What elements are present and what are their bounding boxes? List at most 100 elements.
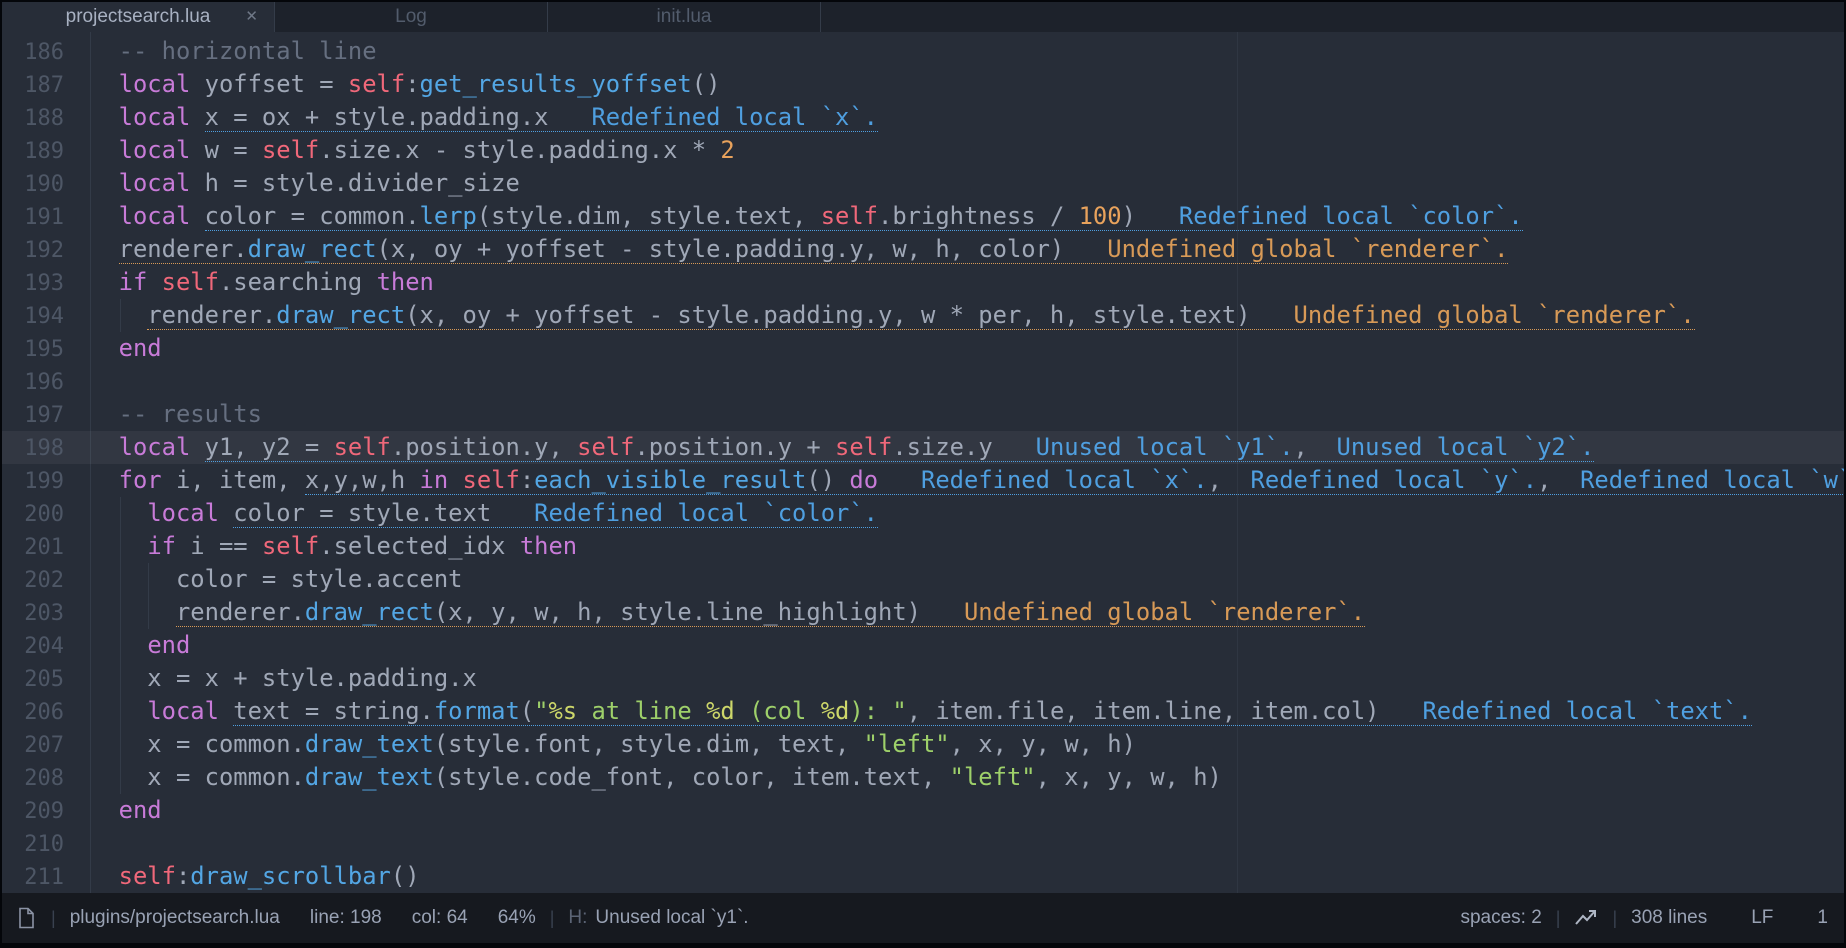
code-line-187[interactable]: 187 local yoffset = self:get_results_yof… <box>2 68 1844 101</box>
tab-projectsearch[interactable]: projectsearch.lua ✕ <box>2 2 275 32</box>
indent-guide <box>148 563 149 596</box>
status-spaces[interactable]: spaces: 2 <box>1460 907 1541 929</box>
code-line-192[interactable]: 192 renderer.draw_rect(x, oy + yoffset -… <box>2 233 1844 266</box>
code-line-211[interactable]: 211 self:draw_scrollbar() <box>2 860 1844 893</box>
code-text: local x = ox + style.padding.x Redefined… <box>90 103 878 132</box>
code-line-199[interactable]: 199 for i, item, x,y,w,h in self:each_vi… <box>2 464 1844 497</box>
line-number: 201 <box>2 531 90 564</box>
status-eol[interactable]: LF <box>1751 907 1773 929</box>
code-line-186[interactable]: 186 -- horizontal line <box>2 35 1844 68</box>
status-trailing-number: 1 <box>1817 907 1828 929</box>
line-number: 188 <box>2 102 90 135</box>
diagnostic-underline: renderer.draw_rect(x, oy + yoffset - sty… <box>119 235 1509 264</box>
inline-diagnostic: Redefined local `y`. <box>1251 466 1538 494</box>
line-number: 190 <box>2 168 90 201</box>
code-text: end <box>90 334 162 362</box>
diagnostic-underline: text = string.format("%s at line %d (col… <box>233 697 1752 726</box>
tab-init[interactable]: init.lua <box>548 2 821 32</box>
status-file-path: plugins/projectsearch.lua <box>70 907 280 929</box>
code-text: -- results <box>90 400 262 428</box>
indent-guide <box>120 629 121 662</box>
line-number: 210 <box>2 828 90 861</box>
code-text: x = x + style.padding.x <box>90 664 477 692</box>
tab-bar: projectsearch.lua ✕ Log init.lua <box>2 2 1844 32</box>
indent-guide <box>148 596 149 629</box>
inline-diagnostic: Redefined local `color`. <box>1179 202 1523 230</box>
code-text: local color = common.lerp(style.dim, sty… <box>90 202 1523 231</box>
inline-diagnostic: Undefined global `renderer`. <box>1107 235 1508 263</box>
inline-diagnostic: Redefined local `color`. <box>534 499 878 527</box>
close-icon[interactable]: ✕ <box>245 2 258 32</box>
line-number: 203 <box>2 597 90 630</box>
inline-diagnostic: Unused local `y1`. <box>1036 433 1294 461</box>
code-text: renderer.draw_rect(x, oy + yoffset - sty… <box>90 301 1695 330</box>
indent-guide <box>120 695 121 728</box>
line-number: 189 <box>2 135 90 168</box>
line-number: 207 <box>2 729 90 762</box>
code-text: if self.searching then <box>90 268 434 296</box>
code-line-209[interactable]: 209 end <box>2 794 1844 827</box>
code-text: local h = style.divider_size <box>90 169 520 197</box>
code-line-207[interactable]: 207 x = common.draw_text(style.font, sty… <box>2 728 1844 761</box>
code-line-188[interactable]: 188 local x = ox + style.padding.x Redef… <box>2 101 1844 134</box>
indent-guide <box>120 728 121 761</box>
code-text: for i, item, x,y,w,h in self:each_visibl… <box>90 466 1844 495</box>
code-text: end <box>90 796 162 824</box>
diagnostic-underline: x = ox + style.padding.x Redefined local… <box>205 103 878 132</box>
code-line-202[interactable]: 202 color = style.accent <box>2 563 1844 596</box>
code-text: local color = style.text Redefined local… <box>90 499 878 528</box>
code-line-208[interactable]: 208 x = common.draw_text(style.code_font… <box>2 761 1844 794</box>
code-line-203[interactable]: 203 renderer.draw_rect(x, y, w, h, style… <box>2 596 1844 629</box>
stats-icon[interactable] <box>1574 908 1598 928</box>
diagnostic-underline: x,y,w,h in self:each_visible_result() do… <box>305 466 1844 495</box>
code-line-189[interactable]: 189 local w = self.size.x - style.paddin… <box>2 134 1844 167</box>
code-text: color = style.accent <box>90 565 463 593</box>
inline-diagnostic: Unused local `y2`. <box>1337 433 1595 461</box>
code-text: local y1, y2 = self.position.y, self.pos… <box>90 433 1594 462</box>
line-number: 191 <box>2 201 90 234</box>
line-number: 199 <box>2 465 90 498</box>
line-number: 193 <box>2 267 90 300</box>
code-line-194[interactable]: 194 renderer.draw_rect(x, oy + yoffset -… <box>2 299 1844 332</box>
code-line-198[interactable]: 198 local y1, y2 = self.position.y, self… <box>2 431 1844 464</box>
line-number: 198 <box>2 432 90 465</box>
diagnostic-underline: renderer.draw_rect(x, oy + yoffset - sty… <box>147 301 1694 330</box>
code-line-205[interactable]: 205 x = x + style.padding.x <box>2 662 1844 695</box>
inline-diagnostic: Redefined local `text`. <box>1422 697 1752 725</box>
status-divider: | <box>536 908 569 929</box>
indent-guide <box>120 530 121 563</box>
diagnostic-underline: color = style.text Redefined local `colo… <box>233 499 878 528</box>
code-line-204[interactable]: 204 end <box>2 629 1844 662</box>
code-line-200[interactable]: 200 local color = style.text Redefined l… <box>2 497 1844 530</box>
diagnostic-underline: color = common.lerp(style.dim, style.tex… <box>205 202 1523 231</box>
code-text: x = common.draw_text(style.font, style.d… <box>90 730 1136 758</box>
status-line: line: 198 <box>310 907 382 929</box>
line-number: 204 <box>2 630 90 663</box>
line-number: 209 <box>2 795 90 828</box>
file-icon <box>18 907 37 929</box>
status-bar: | plugins/projectsearch.lua line: 198 co… <box>2 893 1844 943</box>
code-text: renderer.draw_rect(x, oy + yoffset - sty… <box>90 235 1508 264</box>
code-line-191[interactable]: 191 local color = common.lerp(style.dim,… <box>2 200 1844 233</box>
line-number: 200 <box>2 498 90 531</box>
code-line-201[interactable]: 201 if i == self.selected_idx then <box>2 530 1844 563</box>
status-hint-prefix: H: <box>568 907 587 929</box>
code-text: x = common.draw_text(style.code_font, co… <box>90 763 1222 791</box>
line-number: 192 <box>2 234 90 267</box>
status-divider: | <box>1542 908 1575 929</box>
code-line-197[interactable]: 197 -- results <box>2 398 1844 431</box>
code-text: if i == self.selected_idx then <box>90 532 577 560</box>
code-line-190[interactable]: 190 local h = style.divider_size <box>2 167 1844 200</box>
code-line-193[interactable]: 193 if self.searching then <box>2 266 1844 299</box>
tab-label: Log <box>395 6 427 27</box>
code-line-206[interactable]: 206 local text = string.format("%s at li… <box>2 695 1844 728</box>
code-line-196[interactable]: 196 <box>2 365 1844 398</box>
tab-log[interactable]: Log <box>275 2 548 32</box>
line-number: 194 <box>2 300 90 333</box>
tab-label: init.lua <box>657 6 712 27</box>
code-text: local text = string.format("%s at line %… <box>90 697 1752 726</box>
code-line-210[interactable]: 210 <box>2 827 1844 860</box>
code-line-195[interactable]: 195 end <box>2 332 1844 365</box>
status-line-count: 308 lines <box>1631 907 1707 929</box>
code-text: -- horizontal line <box>90 37 377 65</box>
